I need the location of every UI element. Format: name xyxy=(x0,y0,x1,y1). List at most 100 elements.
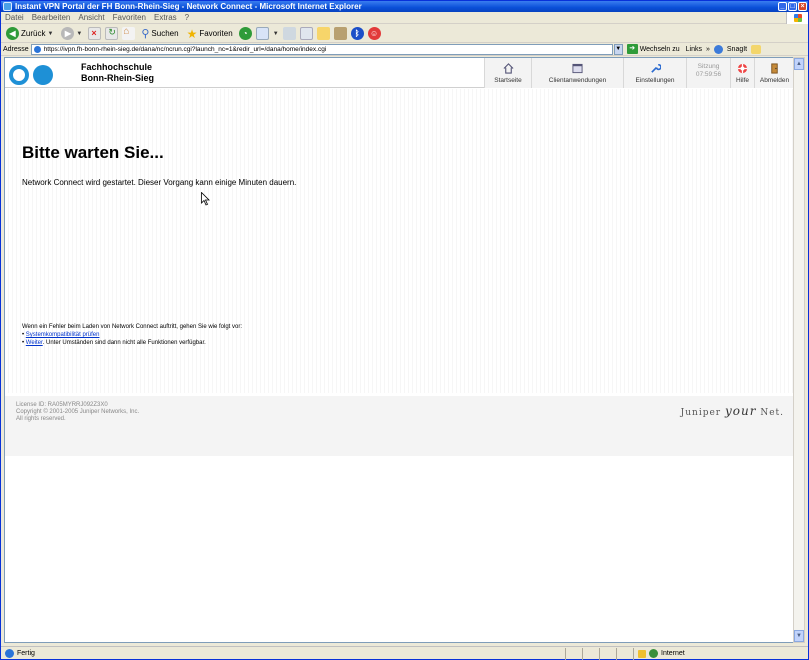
go-arrow-icon: ➜ xyxy=(626,44,638,54)
home-icon: ⌂ xyxy=(123,26,130,37)
menu-tools[interactable]: Extras xyxy=(154,13,177,22)
windows-logo xyxy=(786,12,808,24)
forward-arrow-icon: ▶ xyxy=(61,27,75,40)
wrench-icon xyxy=(650,64,661,73)
dropdown-icon: ▼ xyxy=(76,30,83,37)
print-icon[interactable] xyxy=(282,27,296,40)
star-icon: ★ xyxy=(186,26,198,41)
edit-icon[interactable] xyxy=(299,27,313,40)
messenger-icon[interactable] xyxy=(333,27,347,40)
snagit-folder-icon[interactable] xyxy=(751,44,762,54)
error-help: Wenn ein Fehler beim Laden von Network C… xyxy=(22,323,242,347)
scroll-up-button[interactable]: ▲ xyxy=(794,58,804,70)
plugin-icon[interactable]: ☺ xyxy=(367,27,381,40)
windows-flag-icon xyxy=(794,14,802,22)
lock-icon xyxy=(638,649,646,658)
logo-dot-icon xyxy=(33,65,53,85)
rights: All rights reserved. xyxy=(16,416,66,422)
toolbar: ◀ Zurück ▼ ▶ ▼ × ↻ ⌂ ⚲ Suchen ★ Favorite… xyxy=(1,25,808,43)
license-id: License ID: RA05MYRRJ092Z3X0 xyxy=(16,402,108,408)
security-zone: Internet xyxy=(633,647,783,660)
nav-settings[interactable]: Einstellungen xyxy=(623,58,686,88)
content-background xyxy=(5,89,794,393)
zone-label: Internet xyxy=(661,650,685,657)
address-bar: Adresse https://ivpn.fh-bonn-rhein-sieg.… xyxy=(1,43,808,56)
back-arrow-icon: ◀ xyxy=(6,27,19,40)
nav-home[interactable]: Startseite xyxy=(484,58,531,88)
mouse-cursor-icon xyxy=(201,192,210,206)
juniper-logo: Juniper your Net. xyxy=(681,404,784,418)
dropdown-icon: ▼ xyxy=(272,30,279,37)
globe-icon xyxy=(649,649,658,658)
home-button[interactable]: ⌂ xyxy=(122,26,136,40)
status-bar: Fertig Internet xyxy=(1,646,808,660)
search-button[interactable]: ⚲ Suchen xyxy=(139,26,180,42)
menu-view[interactable]: Ansicht xyxy=(78,13,104,22)
brand-net: Net. xyxy=(760,408,784,418)
nav-logout[interactable]: Abmelden xyxy=(754,58,794,88)
dropdown-icon: ▼ xyxy=(47,30,54,37)
menu-help[interactable]: ? xyxy=(185,13,189,22)
logo-ring-icon xyxy=(9,65,29,85)
favorites-label: Favoriten xyxy=(199,29,233,38)
search-icon: ⚲ xyxy=(141,28,150,40)
mail-icon[interactable] xyxy=(255,27,269,40)
nav-home-label: Startseite xyxy=(494,77,522,84)
refresh-button[interactable]: ↻ xyxy=(105,27,119,40)
error-option-1: • Systemkompatibilität prüfen xyxy=(22,332,100,338)
links-chevron[interactable]: » xyxy=(706,46,710,53)
back-label: Zurück xyxy=(21,29,46,38)
status-panel xyxy=(582,647,599,660)
status-message: Network Connect wird gestartet. Dieser V… xyxy=(22,178,297,187)
org-line-2: Bonn-Rhein-Sieg xyxy=(81,73,154,83)
session-timer: Sitzung 07:59:56 xyxy=(686,58,730,88)
door-icon xyxy=(771,63,778,74)
menu-edit[interactable]: Bearbeiten xyxy=(32,13,71,22)
nav-clients[interactable]: Clientanwendungen xyxy=(531,58,623,88)
snagit-button[interactable]: SnagIt xyxy=(727,46,747,53)
back-button[interactable]: ◀ Zurück ▼ xyxy=(4,26,55,42)
page-status-icon xyxy=(5,649,14,658)
web-content: Fachhochschule Bonn-Rhein-Sieg Startseit… xyxy=(4,57,795,643)
browser-window: Instant VPN Portal der FH Bonn-Rhein-Sie… xyxy=(0,0,809,660)
check-compatibility-link[interactable]: Systemkompatibilität prüfen xyxy=(26,332,100,338)
bluetooth-icon[interactable]: ᛒ xyxy=(350,27,364,40)
forward-button[interactable]: ▶ ▼ xyxy=(59,26,84,42)
page-footer: License ID: RA05MYRRJ092Z3X0 Copyright ©… xyxy=(5,396,794,456)
refresh-icon: ↻ xyxy=(108,27,116,37)
folder-icon[interactable] xyxy=(316,27,330,40)
continue-note: . Unter Umständen sind dann nicht alle F… xyxy=(42,340,206,346)
continue-link[interactable]: Weiter xyxy=(26,340,43,346)
error-option-2: • Weiter. Unter Umständen sind dann nich… xyxy=(22,340,206,346)
snagit-icon xyxy=(713,44,723,54)
search-label: Suchen xyxy=(151,29,179,38)
stop-button[interactable]: × xyxy=(88,27,102,40)
favorites-button[interactable]: ★ Favoriten xyxy=(185,26,235,42)
vertical-scrollbar[interactable]: ▲ ▼ xyxy=(793,57,805,643)
stop-icon: × xyxy=(91,28,97,38)
menu-file[interactable]: Datei xyxy=(5,13,24,22)
window-icon xyxy=(572,63,583,74)
history-icon[interactable]: ◔ xyxy=(238,27,252,40)
nav-help-label: Hilfe xyxy=(735,77,749,84)
close-button[interactable]: × xyxy=(798,2,807,11)
maximize-button[interactable]: □ xyxy=(788,2,797,11)
page-title: Bitte warten Sie... xyxy=(22,143,164,162)
status-text: Fertig xyxy=(17,650,35,657)
session-label: Sitzung xyxy=(697,63,720,70)
org-line-1: Fachhochschule xyxy=(81,62,153,72)
lifebuoy-icon xyxy=(737,63,748,74)
go-button[interactable]: ➜ Wechseln zu xyxy=(626,44,680,54)
menu-bar: Datei Bearbeiten Ansicht Favoriten Extra… xyxy=(1,12,808,24)
nav-help[interactable]: Hilfe xyxy=(730,58,754,88)
minimize-button[interactable]: _ xyxy=(778,2,787,11)
scroll-down-button[interactable]: ▼ xyxy=(794,630,804,642)
status-panel xyxy=(565,647,582,660)
menu-favorites[interactable]: Favoriten xyxy=(113,13,146,22)
links-button[interactable]: Links xyxy=(686,46,702,53)
nav-clients-label: Clientanwendungen xyxy=(548,77,607,84)
address-dropdown[interactable]: ▼ xyxy=(613,43,623,55)
address-input[interactable]: https://ivpn.fh-bonn-rhein-sieg.de/dana/… xyxy=(30,43,613,55)
status-text-area: Fertig xyxy=(5,649,565,658)
license-info: License ID: RA05MYRRJ092Z3X0 Copyright ©… xyxy=(16,402,139,423)
